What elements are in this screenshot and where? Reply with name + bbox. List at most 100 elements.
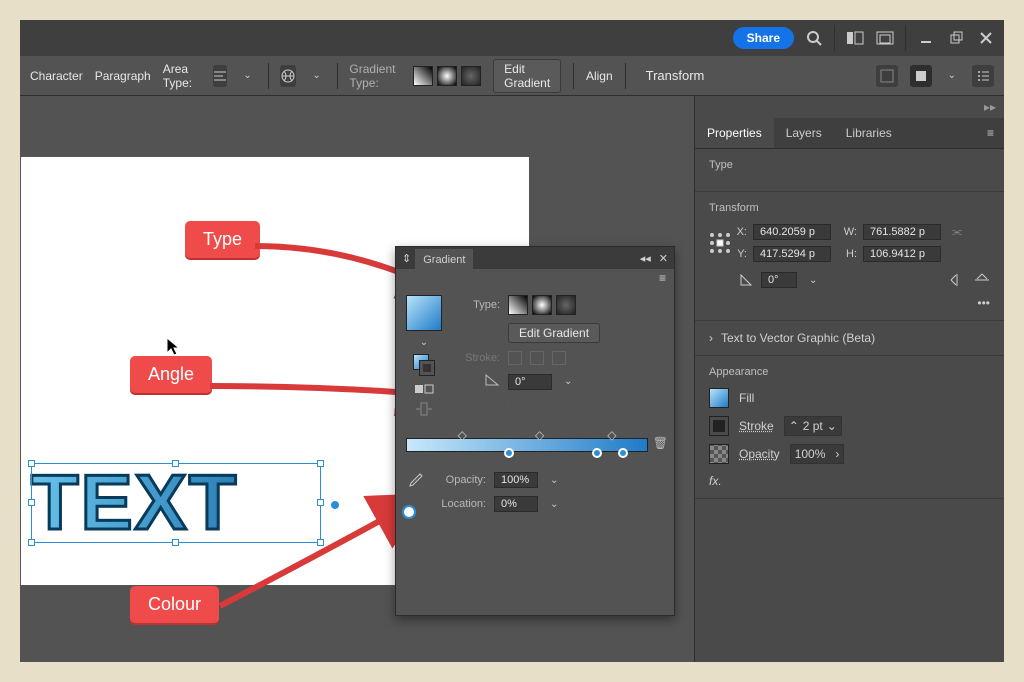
gradient-color-stop[interactable] <box>504 448 514 458</box>
fill-swatch[interactable] <box>709 388 729 408</box>
window-restore-icon[interactable] <box>946 28 966 48</box>
gradient-linear-swatch[interactable] <box>413 66 433 86</box>
rotate-input[interactable]: 0° <box>761 272 797 288</box>
flip-horizontal-icon[interactable] <box>950 273 966 287</box>
edit-gradient-button[interactable]: Edit Gradient <box>493 59 561 93</box>
gradient-color-stop[interactable] <box>592 448 602 458</box>
arrange-columns-icon[interactable] <box>845 28 865 48</box>
gradient-freeform-swatch[interactable] <box>461 66 481 86</box>
stroke-gradient-along-icon[interactable] <box>530 351 544 365</box>
delete-stop-icon[interactable]: 🗑 <box>653 436 668 450</box>
gradient-radial-swatch[interactable] <box>532 295 552 315</box>
panel-menu-icon[interactable]: ≡ <box>977 118 1004 148</box>
chevron-down-icon[interactable]: ⌄ <box>546 499 562 510</box>
tab-layers[interactable]: Layers <box>774 118 834 148</box>
option-character[interactable]: Character <box>30 69 83 83</box>
chevron-down-icon[interactable]: ⌄ <box>805 275 821 286</box>
canvas[interactable]: TEXT Type Angle Colour <box>20 96 694 662</box>
gradient-color-stop[interactable] <box>618 448 628 458</box>
search-icon[interactable] <box>804 28 824 48</box>
fill-label: Fill <box>739 391 754 405</box>
chevron-down-icon[interactable]: ⌄ <box>560 376 576 387</box>
section-type: Type <box>695 149 1004 192</box>
text-object[interactable]: TEXT <box>31 457 238 548</box>
panel-close-icon[interactable]: ✕ <box>659 252 668 265</box>
reference-point-icon[interactable] <box>876 65 898 87</box>
h-input[interactable]: 106.9412 p <box>863 246 941 262</box>
gradient-freeform-swatch[interactable] <box>556 295 576 315</box>
gradient-radial-swatch[interactable] <box>437 66 457 86</box>
gradient-linear-swatch[interactable] <box>508 295 528 315</box>
gradient-panel-tab[interactable]: Gradient <box>415 249 473 271</box>
eyedropper-icon[interactable] <box>406 472 424 490</box>
option-area-type[interactable]: Area Type: <box>163 62 201 90</box>
h-label: H: <box>837 248 857 260</box>
y-input[interactable]: 417.5294 p <box>753 246 831 262</box>
type-label: Type: <box>452 299 500 311</box>
arrange-window-icon[interactable] <box>875 28 895 48</box>
stroke-weight-input[interactable]: ⌃2 pt⌄ <box>784 416 842 436</box>
chevron-down-icon[interactable]: ⌄ <box>416 337 432 348</box>
edit-gradient-button[interactable]: Edit Gradient <box>508 323 600 343</box>
link-wh-icon[interactable]: ⫘ <box>947 226 967 239</box>
callout-colour: Colour <box>130 586 219 623</box>
text-thread-port[interactable] <box>331 501 339 509</box>
opacity-value[interactable]: 100%› <box>790 444 845 464</box>
transform-label[interactable]: Transform <box>646 68 705 83</box>
stroke-swatch[interactable] <box>709 416 729 436</box>
chevron-down-icon[interactable]: ⌄ <box>546 475 562 486</box>
section-text-to-vector[interactable]: › Text to Vector Graphic (Beta) <box>695 321 1004 356</box>
fill-stroke-indicator[interactable] <box>413 354 435 376</box>
flip-vertical-icon[interactable] <box>974 273 990 287</box>
text-to-vector-label: Text to Vector Graphic (Beta) <box>721 331 875 345</box>
chevron-right-icon: › <box>709 331 713 345</box>
stroke-gradient-across-icon[interactable] <box>552 351 566 365</box>
gradient-preview-swatch[interactable] <box>406 295 442 331</box>
warp-icon[interactable] <box>280 65 296 87</box>
tab-libraries[interactable]: Libraries <box>834 118 904 148</box>
aspect-ratio-icon[interactable] <box>415 402 433 416</box>
options-list-icon[interactable] <box>972 65 994 87</box>
reverse-gradient-icon[interactable] <box>414 382 434 396</box>
chevron-down-icon[interactable]: ⌄ <box>308 70 324 81</box>
x-label: X: <box>735 226 747 238</box>
panel-collapse-icon[interactable]: ▸▸ <box>695 96 1004 118</box>
gradient-panel[interactable]: ⇕ Gradient ◂◂ ✕ ≡ ⌄ <box>395 246 675 616</box>
angle-input[interactable]: 0° <box>508 374 552 390</box>
paragraph-align-dropdown[interactable] <box>213 65 228 87</box>
location-input[interactable]: 0% <box>494 496 538 512</box>
panel-titlebar[interactable]: ⇕ Gradient ◂◂ ✕ <box>396 247 674 269</box>
section-transform: Transform X: 640.2059 p W: 761.5882 p ⫘ <box>695 192 1004 321</box>
window-minimize-icon[interactable] <box>916 28 936 48</box>
share-button[interactable]: Share <box>733 27 794 49</box>
align-label[interactable]: Align <box>586 69 613 83</box>
more-options-icon[interactable]: ••• <box>709 296 990 310</box>
panel-expand-icon[interactable]: ⇕ <box>402 252 411 265</box>
tab-properties[interactable]: Properties <box>695 118 774 148</box>
w-input[interactable]: 761.5882 p <box>863 224 941 240</box>
stroke-label[interactable]: Stroke <box>739 419 774 433</box>
reference-point-selector[interactable] <box>709 232 731 254</box>
opacity-label: Opacity: <box>438 474 486 486</box>
opacity-input[interactable]: 100% <box>494 472 538 488</box>
option-paragraph[interactable]: Paragraph <box>95 69 151 83</box>
stroke-label: Stroke: <box>452 352 500 364</box>
angle-icon <box>452 373 500 390</box>
stroke-gradient-within-icon[interactable] <box>508 351 522 365</box>
aspect-lock-icon[interactable] <box>508 398 522 412</box>
right-panel-column: ▸▸ Properties Layers Libraries ≡ Type Tr… <box>694 96 1004 662</box>
chevron-down-icon[interactable]: ⌄ <box>239 70 255 81</box>
panel-menu-icon[interactable]: ≡ <box>659 271 666 285</box>
opacity-swatch[interactable] <box>709 444 729 464</box>
selected-stop-indicator[interactable] <box>402 505 416 519</box>
chevron-down-icon[interactable]: ⌄ <box>944 70 960 81</box>
fx-button[interactable]: fx. <box>709 474 990 488</box>
section-title: Appearance <box>709 366 990 378</box>
window-close-icon[interactable] <box>976 28 996 48</box>
gradient-slider[interactable]: ◇ ◇ ◇ 🗑 <box>406 430 664 460</box>
panel-collapse-icon[interactable]: ◂◂ <box>640 252 651 265</box>
opacity-label[interactable]: Opacity <box>739 447 780 461</box>
x-input[interactable]: 640.2059 p <box>753 224 831 240</box>
section-title: Type <box>709 159 990 171</box>
align-to-icon[interactable] <box>910 65 932 87</box>
